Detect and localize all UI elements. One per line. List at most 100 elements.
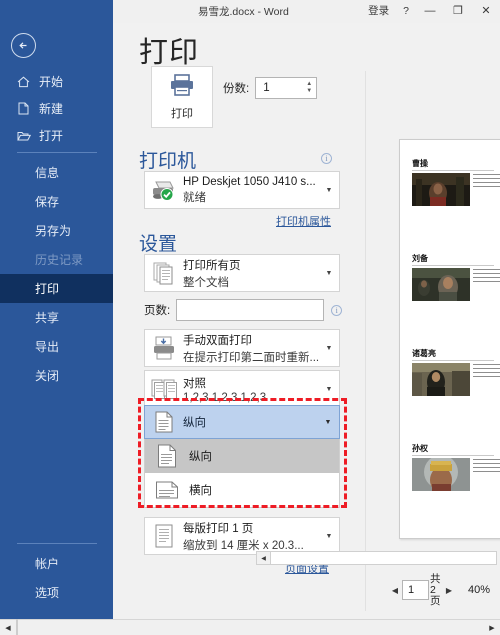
sidebar-item-label: 选项 [35,586,60,600]
pages-input[interactable] [176,299,325,321]
window-scroll-track[interactable] [16,619,484,635]
sidebar-item-options[interactable]: 选项 [0,578,113,607]
preview-entry: 曹操 [412,158,500,206]
orientation-select[interactable]: 纵向 ▼ [144,405,340,439]
total-pages-label: 共 2 页 [430,572,442,607]
sidebar-main-group: 信息 保存 另存为 历史记录 打印 共享 导出 关闭 [0,158,113,390]
print-preview-area[interactable]: 曹操 刘备 诸葛亮 孙权 [366,71,500,578]
sign-in-button[interactable]: 登录 [361,0,396,23]
orientation-option-landscape[interactable]: 横向 [145,473,339,507]
sidebar-item-label: 开始 [39,75,64,89]
chevron-down-icon[interactable]: ▼ [319,270,339,277]
print-range-subtitle: 整个文档 [183,276,229,289]
back-arrow-icon[interactable] [11,33,36,58]
chevron-down-icon[interactable]: ▼ [319,187,339,194]
duplex-subtitle: 在提示打印第二面时重新... [183,351,319,364]
portrait-icon [145,444,189,468]
sidebar-item-save-as[interactable]: 另存为 [0,216,113,245]
printer-select[interactable]: HP Deskjet 1050 J410 s... 就绪 ▼ [144,171,340,209]
preview-entry: 刘备 [412,253,500,301]
print-range-select[interactable]: 打印所有页 整个文档 ▼ [144,254,340,292]
spinner-up-icon[interactable]: ▲ [306,81,312,88]
right-triangle-icon[interactable]: ▶ [442,586,456,595]
spinner-arrows[interactable]: ▲ ▼ [302,78,316,98]
preview-entry-text [473,173,500,206]
total-pages-line3: 页 [430,594,441,607]
sidebar-item-label: 另存为 [35,224,72,238]
duplex-title: 手动双面打印 [183,334,252,347]
window-scroll-thumb[interactable] [16,619,18,635]
collate-icon [145,378,183,400]
orientation-option-portrait[interactable]: 纵向 [145,439,339,473]
sidebar-item-home[interactable]: 开始 [0,68,113,95]
print-button-label: 打印 [171,108,193,120]
pages-label: 页数: [144,305,171,317]
close-button[interactable]: ✕ [472,0,500,23]
scale-icon [145,524,183,548]
duplex-select[interactable]: 手动双面打印 在提示打印第二面时重新... ▼ [144,329,340,367]
print-range-title: 打印所有页 [183,259,241,272]
sidebar-bottom-group: 帐户 选项 [0,549,113,607]
scroll-left-icon[interactable]: ◀ [0,620,16,635]
printer-properties-link[interactable]: 打印机属性 [276,213,331,229]
minimize-button[interactable]: — [416,0,444,23]
preview-entry-text [473,458,500,491]
sidebar-item-save[interactable]: 保存 [0,187,113,216]
preview-entry-name: 诸葛亮 [412,348,494,361]
current-page-input[interactable]: 1 [402,580,429,600]
sidebar-item-label: 新建 [39,102,64,116]
copies-stepper[interactable]: 1 ▲ ▼ [255,77,318,99]
orientation-option-list: 纵向 横向 [144,439,340,508]
sidebar-item-label: 关闭 [35,369,60,383]
chevron-down-icon[interactable]: ▼ [319,386,339,393]
sidebar-divider-bottom [17,543,97,544]
open-folder-icon [15,129,32,143]
scroll-left-icon[interactable]: ◀ [257,552,270,564]
pages-per-sheet-title: 每版打印 1 页 [183,522,254,535]
spinner-down-icon[interactable]: ▼ [306,88,312,95]
orientation-dropdown: 纵向 ▼ 纵向 横向 [144,405,340,508]
help-button[interactable]: ? [396,0,416,23]
preview-scroll-track[interactable] [270,552,496,564]
sidebar-item-share[interactable]: 共享 [0,303,113,332]
sidebar-top-group: 开始 新建 打开 [0,68,113,149]
chevron-down-icon[interactable]: ▼ [319,345,339,352]
portrait-icon [145,411,183,433]
preview-entry-image [412,268,470,301]
preview-entry-image [412,458,470,491]
sidebar-item-print[interactable]: 打印 [0,274,113,303]
orientation-option-label: 横向 [189,485,212,497]
backstage-sidebar: 开始 新建 打开 信息 保存 另存为 历史记录 打印 共享 导出 关闭 帐户 选… [0,0,113,619]
sidebar-item-new[interactable]: 新建 [0,95,113,122]
orientation-option-label: 纵向 [189,451,212,463]
maximize-button[interactable]: ❐ [444,0,472,23]
collate-select[interactable]: 对照 1,2,3 1,2,3 1,2,3 ▼ [144,370,340,408]
new-document-icon [15,102,32,116]
sidebar-divider-top [17,152,97,153]
sidebar-item-open[interactable]: 打开 [0,122,113,149]
sidebar-item-export[interactable]: 导出 [0,332,113,361]
sidebar-item-close[interactable]: 关闭 [0,361,113,390]
pages-info-icon[interactable]: i [331,304,343,316]
preview-horizontal-scrollbar[interactable]: ◀ [256,551,497,565]
sidebar-item-info[interactable]: 信息 [0,158,113,187]
sidebar-item-label: 打印 [35,282,60,296]
scroll-right-icon[interactable]: ▶ [484,620,500,635]
sidebar-item-account[interactable]: 帐户 [0,549,113,578]
chevron-down-icon[interactable]: ▼ [319,533,339,540]
pages-per-sheet-select[interactable]: 每版打印 1 页 缩放到 14 厘米 x 20.3... ▼ [144,517,340,555]
printer-info-icon[interactable]: i [321,153,332,164]
page-title: 打印 [139,37,200,69]
printer-name: HP Deskjet 1050 J410 s... [183,175,316,188]
window-horizontal-scrollbar[interactable]: ◀ ▶ [0,619,500,635]
print-button[interactable]: 打印 [151,66,213,128]
sidebar-item-label: 信息 [35,166,60,180]
copies-label: 份数: [223,83,250,95]
sidebar-item-label: 保存 [35,195,60,209]
zoom-level-label: 40% [468,584,491,596]
total-pages-line1: 共 [430,572,441,585]
left-triangle-icon[interactable]: ◀ [388,586,402,595]
chevron-down-icon[interactable]: ▼ [317,419,339,426]
preview-entry-name: 孙权 [412,443,494,456]
sidebar-item-history: 历史记录 [0,245,113,274]
